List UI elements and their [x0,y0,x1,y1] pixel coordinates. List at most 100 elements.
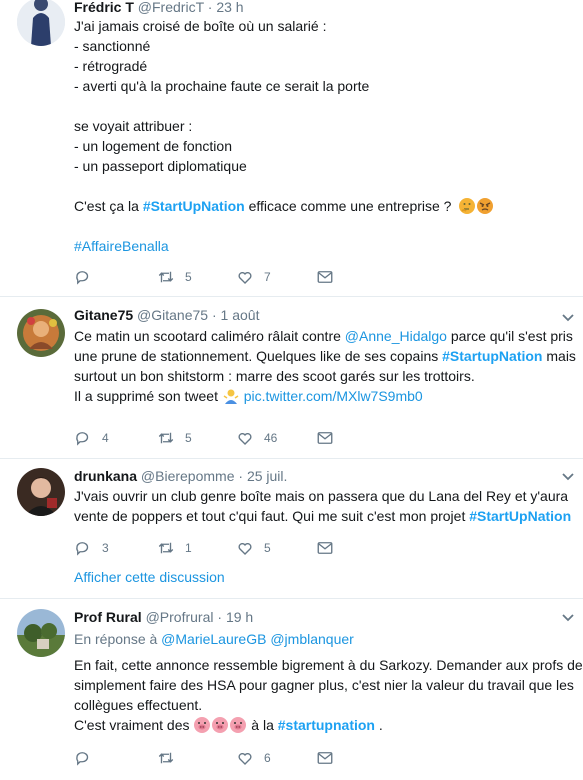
like-button[interactable]: 46 [236,428,277,448]
text-line: Ce matin un scootard caliméro râlait con… [74,326,582,346]
chevron-down-icon[interactable] [561,472,575,482]
mention-link[interactable]: @jmblanquer [270,631,353,647]
hashtag-link[interactable]: #StartUpNation [469,508,571,524]
user-handle[interactable]: @Bierepomme [141,468,235,484]
reply-icon [76,752,89,766]
mention-link[interactable]: @MarieLaureGB [161,631,266,647]
hashtag-link[interactable]: #startupnation [278,717,375,733]
hashtag-link[interactable]: #AffaireBenalla [74,238,169,254]
envelope-icon [317,542,333,554]
timestamp[interactable]: 1 août [221,307,260,323]
text-line: #AffaireBenalla [74,236,582,256]
person-shrugging-emoji-icon [223,388,239,404]
text-line: simplement faire des HSA pour gagner plu… [74,677,574,693]
direct-message-button[interactable] [316,267,334,287]
thinking-face-emoji-icon [459,198,476,214]
avatar-photo [17,609,65,657]
reply-button[interactable]: 4 [74,428,109,448]
timestamp[interactable]: 23 h [216,0,243,15]
heart-icon [238,542,252,555]
direct-message-button[interactable] [316,538,334,558]
text-line [74,216,582,236]
reply-icon [76,542,89,556]
tweet-actions: 3 1 5 [74,538,374,558]
hashtag-link[interactable]: #StartUpNation [143,198,245,214]
avatar-photo [17,0,65,46]
user-handle[interactable]: @Profrural [146,609,214,625]
text-fragment: vente de poppers et tout c'qui faut. Qui… [74,508,470,524]
like-count: 46 [264,431,278,445]
display-name[interactable]: Frédric T [74,0,134,15]
hashtag-link[interactable]: #StartupNation [442,348,542,364]
text-line: C'est ça la #StartUpNation efficace comm… [74,196,582,216]
chevron-down-icon[interactable] [561,313,575,323]
envelope-icon [317,271,333,283]
tweet-header: Prof Rural @Profrural · 19 h [74,608,253,626]
retweet-icon [158,432,174,444]
tweet-fredric[interactable]: Frédric T @FredricT · 23 h J'ai jamais c… [0,0,583,297]
avatar-photo [17,309,65,357]
retweet-button[interactable]: 5 [157,267,192,287]
reply-button[interactable]: 3 [74,538,109,558]
avatar[interactable] [17,0,65,46]
timeline: Frédric T @FredricT · 23 h J'ai jamais c… [0,0,583,780]
retweet-button[interactable] [157,748,185,768]
avatar[interactable] [17,309,65,357]
like-button[interactable]: 6 [236,748,271,768]
timestamp[interactable]: 25 juil. [247,468,287,484]
like-count: 5 [264,541,271,555]
text-fragment: efficace comme une entreprise ? [244,198,452,214]
retweet-icon [158,542,174,554]
like-button[interactable]: 7 [236,267,271,287]
tweet-text: Ce matin un scootard caliméro râlait con… [74,326,582,406]
avatar[interactable] [17,468,65,516]
direct-message-button[interactable] [316,748,334,768]
pig-face-emoji-icon [212,717,229,733]
display-name[interactable]: drunkana [74,468,137,484]
retweet-icon [158,271,174,283]
mention-link[interactable]: @Anne_Hidalgo [345,328,447,344]
text-line: Il a supprimé son tweet pic.twitter.com/… [74,386,582,406]
user-handle[interactable]: @FredricT [138,0,204,15]
tweet-drunkana[interactable]: drunkana @Bierepomme · 25 juil. J'vais o… [0,459,583,599]
text-line: se voyait attribuer : [74,118,193,134]
text-line: collègues effectuent. [74,697,203,713]
reply-icon [76,432,89,446]
like-count: 6 [264,751,271,765]
tweet-actions: 5 7 [74,267,374,287]
media-link[interactable]: pic.twitter.com/MXlw7S9mb0 [244,388,423,404]
text-fragment: C'est vraiment des [74,717,194,733]
text-line: - sanctionné [74,38,151,54]
text-line: une prune de stationnement. Quelques lik… [74,346,582,366]
pig-face-emoji-icon [194,717,211,733]
display-name[interactable]: Gitane75 [74,307,133,323]
user-handle[interactable]: @Gitane75 [137,307,208,323]
chevron-down-icon[interactable] [561,613,575,623]
text-line [74,176,582,196]
avatar[interactable] [17,609,65,657]
show-thread-link[interactable]: Afficher cette discussion [74,569,225,585]
retweet-count: 5 [185,270,192,284]
reply-button[interactable] [74,748,102,768]
timestamp[interactable]: 19 h [226,609,253,625]
text-fragment: Ce matin un scootard caliméro râlait con… [74,328,345,344]
tweet-actions: 4 5 46 [74,428,374,448]
tweet-text: J'ai jamais croisé de boîte où un salari… [74,16,582,256]
tweet-profrural[interactable]: Prof Rural @Profrural · 19 h En réponse … [0,599,583,780]
avatar-photo [17,468,65,516]
reply-count: 3 [102,541,109,555]
text-line: En fait, cette annonce ressemble bigreme… [74,657,583,673]
like-button[interactable]: 5 [236,538,271,558]
display-name[interactable]: Prof Rural [74,609,142,625]
direct-message-button[interactable] [316,428,334,448]
tweet-gitane75[interactable]: Gitane75 @Gitane75 · 1 août Ce matin un … [0,297,583,459]
reply-prefix: En réponse à [74,631,162,647]
tweet-header: Gitane75 @Gitane75 · 1 août [74,306,259,324]
reply-button[interactable] [74,267,102,287]
text-fragment: une prune de stationnement. Quelques lik… [74,348,443,364]
text-line: surtout un bon shitstorm : marre des sco… [74,368,475,384]
text-line: - averti qu'à la prochaine faute ce sera… [74,78,370,94]
retweet-button[interactable]: 5 [157,428,192,448]
text-line: - rétrogradé [74,58,148,74]
retweet-button[interactable]: 1 [157,538,192,558]
